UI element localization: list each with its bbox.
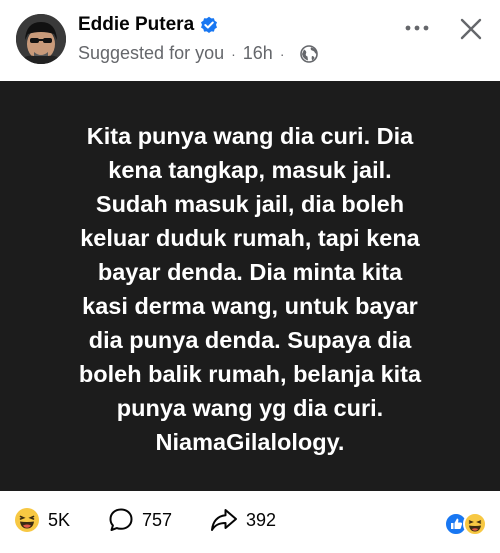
- post-text-line: bayar denda. Dia minta kita: [97, 259, 403, 285]
- post-content[interactable]: Kita punya wang dia curi. Dia kena tangk…: [0, 81, 500, 491]
- post-text-line: punya wang yg dia curi.: [116, 395, 384, 421]
- post-text-line: Sudah masuk jail, dia boleh: [95, 191, 405, 217]
- post-text: Kita punya wang dia curi. Dia kena tangk…: [30, 119, 470, 459]
- verified-badge-icon: [201, 16, 218, 33]
- more-options-icon[interactable]: [402, 18, 432, 38]
- comments-count: 757: [142, 509, 173, 530]
- share-icon: [211, 509, 237, 531]
- post-time[interactable]: 16h: [243, 43, 273, 64]
- reaction-summary[interactable]: [444, 511, 488, 537]
- post-text-line: NiamaGilalology.: [155, 429, 345, 455]
- shares-count: 392: [246, 509, 277, 530]
- comments-button[interactable]: 757: [108, 507, 172, 533]
- comment-icon: [109, 508, 133, 531]
- laughing-emoji-icon: [15, 508, 39, 532]
- suggested-label: Suggested for you: [78, 43, 225, 63]
- post-text-line: Kita punya wang dia curi. Dia: [86, 123, 414, 149]
- author-name-row: Eddie Putera: [78, 14, 218, 36]
- laughing-emoji-icon: [463, 512, 487, 536]
- post-text-line: boleh balik rumah, belanja kita: [78, 361, 422, 387]
- globe-icon: [299, 44, 318, 63]
- author-name[interactable]: Eddie Putera: [78, 14, 194, 36]
- post-header: Eddie Putera Suggested for you · 16h ·: [0, 0, 500, 80]
- reactions-count: 5K: [48, 509, 71, 530]
- post-text-line: kasi derma wang, untuk bayar: [82, 293, 418, 319]
- meta-separator-2: ·: [279, 45, 285, 62]
- avatar-image: [16, 14, 66, 64]
- meta-separator: ·: [231, 45, 236, 62]
- share-button[interactable]: 392: [210, 507, 276, 533]
- post-text-line: kena tangkap, masuk jail.: [108, 157, 392, 183]
- post-text-line: keluar duduk rumah, tapi kena: [80, 225, 420, 251]
- close-icon[interactable]: [458, 16, 484, 42]
- post-footer: 5K 757 392: [0, 491, 500, 553]
- post-text-line: dia punya denda. Supaya dia: [88, 327, 412, 353]
- author-avatar[interactable]: [16, 14, 66, 64]
- reactions-button[interactable]: 5K: [14, 507, 70, 533]
- post-meta: Suggested for you · 16h ·: [78, 43, 318, 64]
